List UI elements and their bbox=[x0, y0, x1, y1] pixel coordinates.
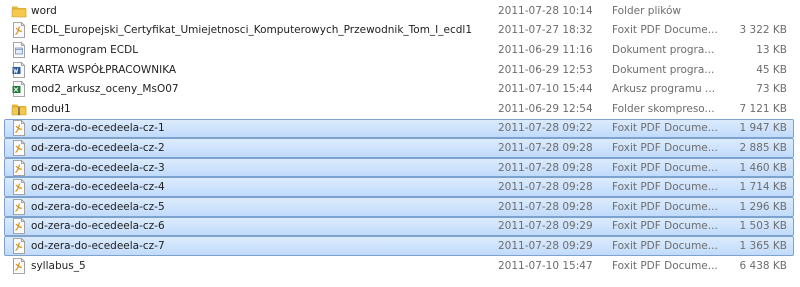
word-document-icon bbox=[11, 61, 27, 79]
file-type: Foxit PDF Docume... bbox=[612, 200, 718, 213]
file-name: mod2_arkusz_oceny_MsO07 bbox=[31, 83, 179, 96]
file-date-modified: 2011-07-28 09:28 bbox=[498, 141, 593, 154]
file-row[interactable]: moduł1 2011-06-29 12:54 Folder skompreso… bbox=[4, 99, 794, 119]
file-date-modified: 2011-07-28 09:29 bbox=[498, 239, 593, 252]
file-date-modified: 2011-06-29 12:54 bbox=[498, 102, 593, 115]
file-date-modified: 2011-07-10 15:44 bbox=[498, 83, 593, 96]
file-size: 1 714 KB bbox=[739, 181, 788, 194]
program-icon bbox=[11, 41, 27, 59]
file-row[interactable]: od-zera-do-ecedeela-cz-7 2011-07-28 09:2… bbox=[4, 236, 794, 256]
pdf-icon bbox=[11, 257, 27, 275]
file-row[interactable]: od-zera-do-ecedeela-cz-1 2011-07-28 09:2… bbox=[4, 118, 794, 139]
pdf-icon bbox=[11, 120, 27, 138]
file-name: syllabus_5 bbox=[31, 259, 86, 272]
file-type: Foxit PDF Docume... bbox=[612, 239, 718, 252]
file-date-modified: 2011-07-28 09:22 bbox=[498, 122, 593, 135]
file-size: 73 KB bbox=[756, 83, 787, 96]
file-date-modified: 2011-07-28 09:28 bbox=[498, 161, 593, 174]
file-size: 3 322 KB bbox=[739, 24, 788, 37]
file-name: moduł1 bbox=[31, 102, 71, 115]
file-size bbox=[723, 2, 787, 20]
file-size: 13 KB bbox=[756, 43, 787, 56]
pdf-icon bbox=[11, 22, 27, 40]
file-list: word 2011-07-28 10:14 Folder plików ECDL… bbox=[0, 1, 800, 275]
file-row[interactable]: od-zera-do-ecedeela-cz-5 2011-07-28 09:2… bbox=[4, 196, 794, 217]
file-name: KARTA WSPÓŁPRACOWNIKA bbox=[31, 63, 177, 76]
file-row[interactable]: syllabus_5 2011-07-10 15:47 Foxit PDF Do… bbox=[4, 256, 794, 276]
file-row[interactable]: od-zera-do-ecedeela-cz-6 2011-07-28 09:2… bbox=[4, 216, 794, 237]
zip-folder-icon bbox=[11, 100, 27, 118]
spreadsheet-icon bbox=[11, 80, 27, 98]
file-size: 45 KB bbox=[756, 63, 787, 76]
pdf-icon bbox=[11, 198, 27, 216]
file-type: Foxit PDF Docume... bbox=[612, 161, 718, 174]
file-size: 7 121 KB bbox=[739, 102, 788, 115]
file-name: od-zera-do-ecedeela-cz-5 bbox=[31, 200, 165, 213]
file-size: 1 503 KB bbox=[739, 220, 788, 233]
file-row[interactable]: Harmonogram ECDL 2011-06-29 11:16 Dokume… bbox=[4, 40, 794, 60]
file-name: od-zera-do-ecedeela-cz-1 bbox=[31, 122, 165, 135]
file-type: Foxit PDF Docume... bbox=[612, 141, 718, 154]
file-row[interactable]: ECDL_Europejski_Certyfikat_Umiejetnosci_… bbox=[4, 21, 794, 41]
file-row[interactable]: od-zera-do-ecedeela-cz-2 2011-07-28 09:2… bbox=[4, 138, 794, 158]
file-date-modified: 2011-07-10 15:47 bbox=[498, 259, 593, 272]
file-type: Arkusz programu ... bbox=[612, 83, 716, 96]
file-size: 1 296 KB bbox=[739, 200, 788, 213]
file-type: Foxit PDF Docume... bbox=[612, 122, 718, 135]
file-type: Foxit PDF Docume... bbox=[612, 259, 718, 272]
file-date-modified: 2011-07-27 18:32 bbox=[498, 24, 593, 37]
file-row[interactable]: KARTA WSPÓŁPRACOWNIKA 2011-06-29 12:53 D… bbox=[4, 60, 794, 80]
file-name: od-zera-do-ecedeela-cz-3 bbox=[31, 161, 165, 174]
file-type: Dokument progra... bbox=[612, 63, 715, 76]
file-date-modified: 2011-06-29 12:53 bbox=[498, 63, 593, 76]
file-name: Harmonogram ECDL bbox=[31, 43, 139, 56]
file-size: 1 365 KB bbox=[739, 239, 788, 252]
file-type: Dokument progra... bbox=[612, 43, 715, 56]
file-type: Foxit PDF Docume... bbox=[612, 24, 718, 37]
pdf-icon bbox=[11, 218, 27, 236]
file-row[interactable]: od-zera-do-ecedeela-cz-4 2011-07-28 09:2… bbox=[4, 177, 794, 197]
file-type: Foxit PDF Docume... bbox=[612, 181, 718, 194]
file-name: od-zera-do-ecedeela-cz-2 bbox=[31, 141, 165, 154]
pdf-icon bbox=[11, 159, 27, 177]
pdf-icon bbox=[11, 139, 27, 157]
file-row[interactable]: word 2011-07-28 10:14 Folder plików bbox=[4, 1, 794, 21]
file-date-modified: 2011-06-29 11:16 bbox=[498, 43, 593, 56]
file-size: 1 460 KB bbox=[739, 161, 788, 174]
file-date-modified: 2011-07-28 09:28 bbox=[498, 200, 593, 213]
file-size: 1 947 KB bbox=[739, 122, 788, 135]
file-name: od-zera-do-ecedeela-cz-7 bbox=[31, 239, 165, 252]
file-date-modified: 2011-07-28 09:28 bbox=[498, 181, 593, 194]
file-type: Folder skompreso... bbox=[612, 102, 715, 115]
pdf-icon bbox=[11, 237, 27, 255]
file-type: Folder plików bbox=[612, 4, 682, 17]
file-name: ECDL_Europejski_Certyfikat_Umiejetnosci_… bbox=[31, 24, 473, 37]
file-size: 6 438 KB bbox=[739, 259, 788, 272]
file-type: Foxit PDF Docume... bbox=[612, 220, 718, 233]
folder-icon bbox=[11, 2, 27, 20]
file-row[interactable]: mod2_arkusz_oceny_MsO07 2011-07-10 15:44… bbox=[4, 79, 794, 99]
pdf-icon bbox=[11, 178, 27, 196]
file-name: od-zera-do-ecedeela-cz-6 bbox=[31, 220, 165, 233]
file-date-modified: 2011-07-28 10:14 bbox=[498, 4, 593, 17]
file-date-modified: 2011-07-28 09:29 bbox=[498, 220, 593, 233]
file-name: word bbox=[31, 4, 57, 17]
file-row[interactable]: od-zera-do-ecedeela-cz-3 2011-07-28 09:2… bbox=[4, 157, 794, 178]
file-name: od-zera-do-ecedeela-cz-4 bbox=[31, 181, 165, 194]
file-size: 2 885 KB bbox=[739, 141, 788, 154]
